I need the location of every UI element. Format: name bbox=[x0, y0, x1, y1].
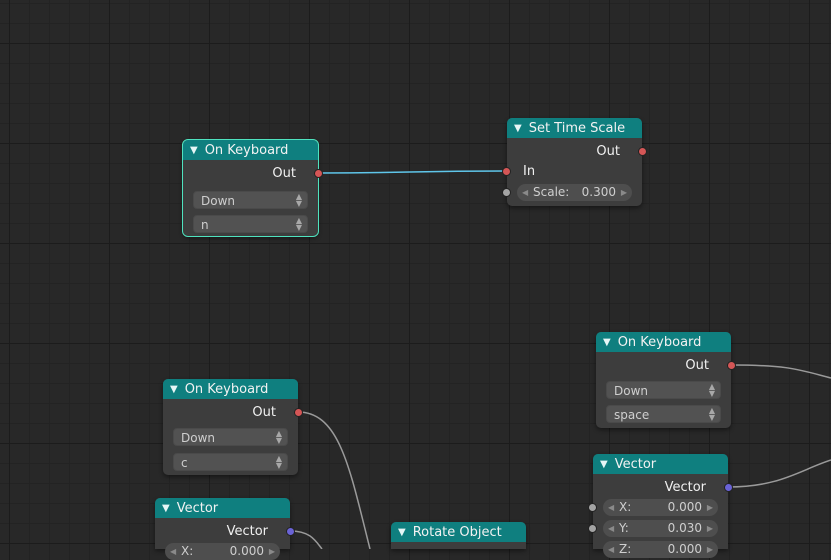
node-header[interactable]: ▼ Set Time Scale bbox=[507, 118, 642, 138]
updown-arrows-icon: ▲ ▼ bbox=[295, 216, 302, 232]
x-value: 0.000 bbox=[229, 544, 264, 558]
updown-arrows-icon: ▲ ▼ bbox=[708, 382, 715, 398]
decrement-arrow-icon[interactable]: ◀ bbox=[608, 499, 614, 516]
x-field[interactable]: ◀ X: 0.000 ▶ bbox=[165, 543, 280, 560]
output-label: Out bbox=[596, 144, 620, 159]
event-select-value: Down bbox=[181, 431, 216, 445]
event-select[interactable]: Down ▲ ▼ bbox=[606, 381, 721, 399]
output-label: Out bbox=[252, 405, 276, 420]
output-label: Vector bbox=[226, 524, 268, 539]
increment-arrow-icon[interactable]: ▶ bbox=[707, 541, 713, 558]
scale-value: 0.300 bbox=[581, 185, 616, 199]
key-select-value: space bbox=[614, 408, 650, 422]
collapse-triangle-icon[interactable]: ▼ bbox=[600, 459, 608, 470]
increment-arrow-icon[interactable]: ▶ bbox=[269, 543, 275, 560]
x-value: 0.000 bbox=[667, 500, 702, 514]
link-kb1-to-timescale bbox=[317, 170, 507, 174]
z-value: 0.000 bbox=[667, 542, 702, 556]
updown-arrows-icon: ▲ ▼ bbox=[708, 406, 715, 422]
collapse-triangle-icon[interactable]: ▼ bbox=[514, 123, 522, 134]
decrement-arrow-icon[interactable]: ◀ bbox=[608, 541, 614, 558]
output-socket-icon[interactable] bbox=[286, 527, 295, 536]
event-select-value: Down bbox=[614, 384, 649, 398]
updown-arrows-icon: ▲ ▼ bbox=[275, 454, 282, 470]
node-set-time-scale[interactable]: ▼ Set Time Scale Out In ◀ Scale: 0.300 ▶ bbox=[502, 118, 647, 206]
node-title: On Keyboard bbox=[184, 381, 269, 397]
key-select[interactable]: c ▲ ▼ bbox=[173, 453, 288, 471]
decrement-arrow-icon[interactable]: ◀ bbox=[608, 520, 614, 537]
y-label: Y: bbox=[619, 521, 629, 535]
output-socket-icon[interactable] bbox=[314, 169, 323, 178]
x-socket-icon[interactable] bbox=[588, 503, 597, 512]
event-select[interactable]: Down ▲ ▼ bbox=[193, 191, 308, 209]
node-title: On Keyboard bbox=[617, 334, 702, 350]
updown-arrows-icon: ▲ ▼ bbox=[275, 429, 282, 445]
output-socket-icon[interactable] bbox=[294, 408, 303, 417]
x-label: X: bbox=[181, 544, 194, 558]
increment-arrow-icon[interactable]: ▶ bbox=[707, 499, 713, 516]
scale-label: Scale: bbox=[533, 185, 570, 199]
key-select[interactable]: space ▲ ▼ bbox=[606, 405, 721, 423]
output-label: Vector bbox=[664, 480, 706, 495]
node-header[interactable]: ▼ Rotate Object bbox=[391, 522, 526, 542]
node-header[interactable]: ▼ On Keyboard bbox=[163, 379, 298, 399]
collapse-triangle-icon[interactable]: ▼ bbox=[603, 337, 611, 348]
node-on-keyboard-3[interactable]: ▼ On Keyboard Out Down ▲ ▼ c ▲ ▼ bbox=[163, 379, 303, 475]
decrement-arrow-icon[interactable]: ◀ bbox=[170, 543, 176, 560]
node-header[interactable]: ▼ Vector bbox=[593, 454, 728, 474]
output-socket-icon[interactable] bbox=[724, 483, 733, 492]
node-on-keyboard-2[interactable]: ▼ On Keyboard Out Down ▲ ▼ space ▲ ▼ bbox=[596, 332, 736, 428]
y-field[interactable]: ◀ Y: 0.030 ▶ bbox=[603, 520, 718, 537]
node-title: Vector bbox=[614, 456, 657, 472]
scale-field[interactable]: ◀ Scale: 0.300 ▶ bbox=[517, 184, 632, 201]
key-select-value: c bbox=[181, 456, 188, 470]
key-select[interactable]: n ▲ ▼ bbox=[193, 215, 308, 233]
collapse-triangle-icon[interactable]: ▼ bbox=[190, 145, 198, 156]
node-title: On Keyboard bbox=[204, 142, 289, 158]
node-title: Set Time Scale bbox=[528, 120, 626, 136]
link-kb3-out bbox=[297, 411, 371, 549]
node-title: Rotate Object bbox=[412, 524, 502, 540]
output-socket-icon[interactable] bbox=[727, 361, 736, 370]
event-select[interactable]: Down ▲ ▼ bbox=[173, 428, 288, 446]
output-socket-icon[interactable] bbox=[638, 147, 647, 156]
node-title: Vector bbox=[176, 500, 219, 516]
y-socket-icon[interactable] bbox=[588, 524, 597, 533]
updown-arrows-icon: ▲ ▼ bbox=[295, 192, 302, 208]
link-vec1-out bbox=[727, 459, 831, 488]
event-select-value: Down bbox=[201, 194, 236, 208]
z-field[interactable]: ◀ Z: 0.000 ▶ bbox=[603, 541, 718, 558]
node-rotate-object[interactable]: ▼ Rotate Object bbox=[391, 522, 526, 549]
z-label: Z: bbox=[619, 542, 632, 556]
collapse-triangle-icon[interactable]: ▼ bbox=[162, 503, 170, 514]
y-value: 0.030 bbox=[667, 521, 702, 535]
scale-socket-icon[interactable] bbox=[502, 188, 511, 197]
output-label: Out bbox=[685, 358, 709, 373]
node-header[interactable]: ▼ On Keyboard bbox=[183, 140, 318, 160]
x-label: X: bbox=[619, 500, 632, 514]
output-label: Out bbox=[272, 166, 296, 181]
node-header[interactable]: ▼ Vector bbox=[155, 498, 290, 518]
node-vector-2[interactable]: ▼ Vector Vector ◀ X: 0.000 ▶ bbox=[155, 498, 295, 560]
input-label: In bbox=[523, 164, 536, 179]
node-on-keyboard-1[interactable]: ▼ On Keyboard Out Down ▲ ▼ n ▲ ▼ bbox=[182, 139, 323, 237]
increment-arrow-icon[interactable]: ▶ bbox=[621, 184, 627, 201]
link-vec2-out bbox=[289, 530, 323, 549]
increment-arrow-icon[interactable]: ▶ bbox=[707, 520, 713, 537]
collapse-triangle-icon[interactable]: ▼ bbox=[398, 527, 406, 538]
node-vector-1[interactable]: ▼ Vector Vector ◀ X: 0.000 ▶ ◀ Y: 0.030 … bbox=[588, 454, 733, 558]
link-kb2-out bbox=[730, 364, 831, 379]
input-socket-icon[interactable] bbox=[502, 167, 511, 176]
node-header[interactable]: ▼ On Keyboard bbox=[596, 332, 731, 352]
x-field[interactable]: ◀ X: 0.000 ▶ bbox=[603, 499, 718, 516]
collapse-triangle-icon[interactable]: ▼ bbox=[170, 384, 178, 395]
decrement-arrow-icon[interactable]: ◀ bbox=[522, 184, 528, 201]
key-select-value: n bbox=[201, 218, 209, 232]
